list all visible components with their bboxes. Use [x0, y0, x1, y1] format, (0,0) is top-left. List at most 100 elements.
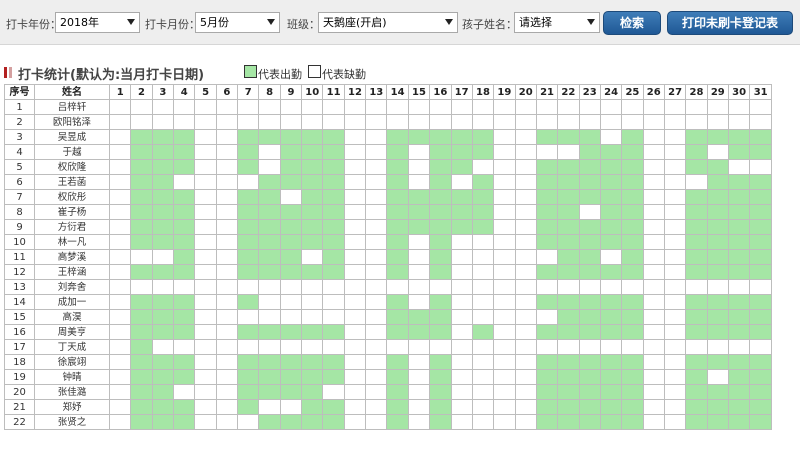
attendance-cell-absent [557, 144, 580, 160]
attendance-cell-absent [493, 414, 516, 430]
attendance-cell-absent [108, 204, 132, 220]
attendance-cell-present [471, 174, 495, 190]
attendance-cell-absent [578, 114, 601, 130]
attendance-cell-present [301, 354, 324, 370]
attendance-cell-absent [514, 354, 537, 370]
attendance-cell-present [727, 399, 751, 415]
attendance-cell-present [621, 144, 644, 160]
student-name: 方衍君 [34, 219, 110, 235]
attendance-cell-present [685, 204, 708, 220]
attendance-cell-present [749, 234, 772, 250]
attendance-cell-present [151, 204, 175, 220]
attendance-cell-absent [621, 99, 644, 115]
student-name: 权欣彤 [34, 189, 110, 205]
attendance-cell-absent [151, 114, 175, 130]
attendance-cell-present [727, 129, 751, 145]
attendance-cell-present [557, 384, 580, 400]
header-day: 2 [130, 84, 153, 100]
row-index: 8 [4, 204, 35, 220]
attendance-cell-present [173, 414, 196, 430]
attendance-cell-present [386, 144, 409, 160]
child-select[interactable]: 请选择 [514, 12, 600, 33]
attendance-cell-absent [450, 369, 473, 385]
attendance-cell-absent [663, 369, 687, 385]
attendance-cell-present [258, 384, 281, 400]
search-button[interactable]: 检索 [603, 11, 661, 35]
year-select[interactable]: 2018年 [55, 12, 140, 33]
attendance-cell-absent [471, 384, 495, 400]
attendance-cell-present [301, 159, 324, 175]
attendance-cell-absent [471, 309, 495, 325]
attendance-cell-absent [343, 174, 367, 190]
print-unswiped-button[interactable]: 打印未刷卡登记表 [667, 11, 793, 35]
attendance-cell-present [599, 159, 623, 175]
attendance-cell-present [599, 294, 623, 310]
attendance-cell-present [578, 174, 601, 190]
attendance-cell-present [749, 354, 772, 370]
attendance-cell-present [535, 174, 559, 190]
row-index: 14 [4, 294, 35, 310]
row-index: 6 [4, 174, 35, 190]
attendance-cell-present [322, 129, 345, 145]
attendance-cell-present [727, 414, 751, 430]
attendance-cell-absent [215, 294, 239, 310]
attendance-cell-absent [215, 369, 239, 385]
table-row: 3 吴昱成 [4, 129, 772, 145]
attendance-cell-present [386, 399, 409, 415]
attendance-cell-absent [365, 174, 388, 190]
attendance-cell-absent [471, 234, 495, 250]
attendance-cell-present [706, 264, 729, 280]
attendance-cell-present [578, 189, 601, 205]
attendance-cell-absent [407, 159, 431, 175]
attendance-cell-present [151, 399, 175, 415]
header-day: 8 [258, 84, 281, 100]
attendance-cell-present [450, 189, 473, 205]
attendance-cell-absent [471, 294, 495, 310]
table-row: 8 崔子杨 [4, 204, 772, 220]
attendance-cell-absent [429, 279, 452, 295]
table-row: 13 刘奔舍 [4, 279, 772, 295]
attendance-cell-present [386, 129, 409, 145]
attendance-cell-absent [471, 114, 495, 130]
attendance-cell-present [706, 219, 729, 235]
attendance-cell-absent [237, 114, 260, 130]
attendance-cell-present [429, 174, 452, 190]
attendance-cell-present [301, 234, 324, 250]
attendance-cell-absent [599, 114, 623, 130]
attendance-cell-absent [471, 339, 495, 355]
header-day: 7 [237, 84, 260, 100]
attendance-cell-present [322, 264, 345, 280]
attendance-cell-absent [343, 99, 367, 115]
attendance-cell-absent [407, 279, 431, 295]
attendance-cell-absent [557, 279, 580, 295]
header-day: 3 [151, 84, 175, 100]
year-label: 打卡年份： [6, 18, 61, 31]
month-select[interactable]: 5月份 [195, 12, 280, 33]
month-label: 打卡月份： [145, 18, 200, 31]
header-day: 12 [343, 84, 367, 100]
attendance-cell-present [535, 324, 559, 340]
attendance-cell-present [578, 414, 601, 430]
row-index: 17 [4, 339, 35, 355]
attendance-cell-present [621, 264, 644, 280]
legend-present-label: 代表出勤 [258, 68, 302, 81]
attendance-cell-absent [749, 339, 772, 355]
attendance-cell-present [237, 354, 260, 370]
attendance-cell-absent [514, 369, 537, 385]
attendance-cell-absent [173, 384, 196, 400]
attendance-cell-present [685, 129, 708, 145]
class-select[interactable]: 天鹅座(开启) [318, 12, 458, 33]
header-day: 10 [301, 84, 324, 100]
attendance-cell-present [151, 369, 175, 385]
attendance-cell-absent [514, 249, 537, 265]
attendance-cell-present [706, 129, 729, 145]
attendance-cell-absent [173, 174, 196, 190]
table-row: 14 成加一 [4, 294, 772, 310]
attendance-cell-present [130, 204, 153, 220]
attendance-cell-absent [685, 339, 708, 355]
attendance-cell-absent [279, 339, 303, 355]
header-day: 9 [279, 84, 303, 100]
attendance-cell-present [301, 219, 324, 235]
attendance-cell-absent [194, 354, 217, 370]
attendance-cell-absent [108, 159, 132, 175]
